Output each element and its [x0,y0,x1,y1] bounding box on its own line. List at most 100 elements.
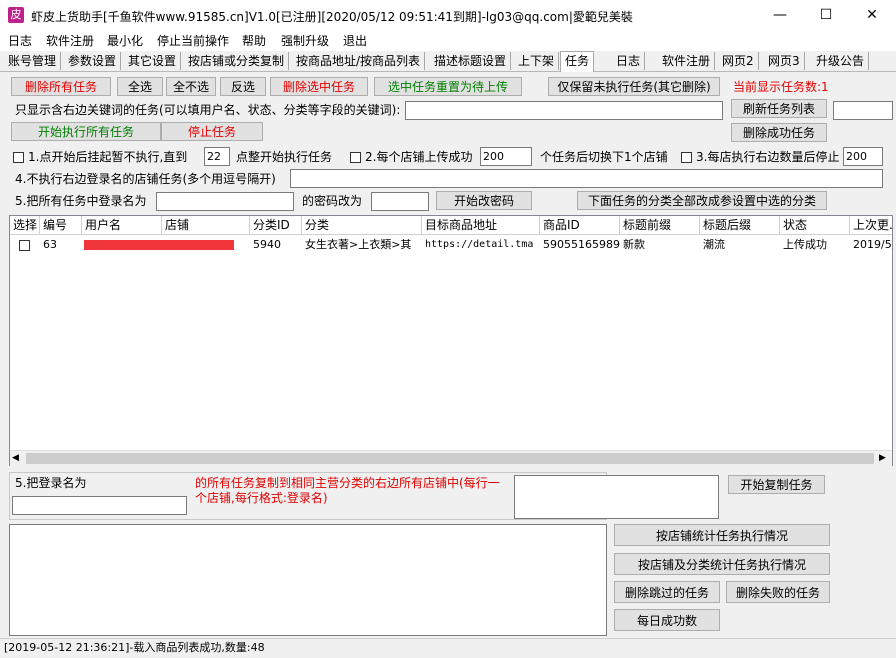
tab-title-settings[interactable]: 描述标题设置 [430,52,512,70]
log-textarea[interactable] [9,524,607,636]
option3-count-input[interactable]: 200 [843,147,883,166]
tab-log[interactable]: 日志 [612,52,646,70]
change-category-button[interactable]: 下面任务的分类全部改成参设置中选的分类 [577,191,827,210]
menu-force-upgrade[interactable]: 强制升级 [276,31,334,51]
delete-skipped-button[interactable]: 删除跳过的任务 [614,581,720,603]
grid-horizontal-scrollbar[interactable]: ◀ ▶ [10,450,892,466]
tab-accounts[interactable]: 账号管理 [4,52,62,70]
col-username[interactable]: 用户名 [82,216,162,235]
select-none-button[interactable]: 全不选 [166,77,216,96]
change-password-button[interactable]: 开始改密码 [436,191,532,210]
option1-hour-input[interactable]: 22 [204,147,230,166]
row-category: 女生衣著>上衣類>其 [305,238,412,251]
menu-bar: 日志 软件注册 最小化 停止当前操作 帮助 强制升级 退出 [0,31,896,51]
close-button[interactable]: ✕ [849,0,895,31]
row-id: 63 [43,238,57,251]
option2-checkbox[interactable] [350,152,361,163]
copy-login-input[interactable] [12,496,187,515]
tab-web2[interactable]: 网页2 [718,52,759,70]
stats-by-shop-button[interactable]: 按店铺统计任务执行情况 [614,524,830,546]
col-title-prefix[interactable]: 标题前缀 [620,216,700,235]
filter-input[interactable] [405,101,723,120]
reset-selected-button[interactable]: 选中任务重置为待上传 [374,77,522,96]
row-title-suffix: 潮流 [703,238,725,251]
tab-params[interactable]: 参数设置 [64,52,122,70]
copy-description: 的所有任务复制到相同主营分类的右边所有店铺中(每行一个店铺,每行格式:登录名) [195,476,500,505]
delete-selected-button[interactable]: 删除选中任务 [270,77,368,96]
row-status: 上传成功 [783,238,827,251]
invert-selection-button[interactable]: 反选 [220,77,266,96]
status-bar: [2019-05-12 21:36:21]-载入商品列表成功,数量:48 [0,638,896,658]
col-shop[interactable]: 店铺 [162,216,250,235]
option3-label: 3.每店执行右边数量后停止 [696,150,840,164]
delete-all-tasks-button[interactable]: 删除所有任务 [11,77,111,96]
tab-web3[interactable]: 网页3 [764,52,805,70]
keep-unexecuted-button[interactable]: 仅保留未执行任务(其它删除) [548,77,720,96]
minimize-button[interactable]: — [757,0,803,31]
menu-log[interactable]: 日志 [3,31,37,51]
refresh-tasks-button[interactable]: 刷新任务列表 [731,99,827,118]
col-category[interactable]: 分类 [302,216,422,235]
tab-by-product-url[interactable]: 按商品地址/按商品列表 [292,52,426,70]
option2-suffix: 个任务后切换下1个店铺 [540,150,668,164]
start-all-tasks-button[interactable]: 开始执行所有任务 [11,122,161,141]
col-id[interactable]: 编号 [40,216,82,235]
row-select-checkbox[interactable] [19,240,30,251]
title-bar: 皮 虾皮上货助手[千鱼软件www.91585.cn]V1.0[已注册][2020… [0,0,896,32]
redacted-username-shop [84,240,234,250]
tab-software-register[interactable]: 软件注册 [658,52,716,70]
stop-task-button[interactable]: 停止任务 [161,122,263,141]
menu-exit[interactable]: 退出 [338,31,372,51]
start-copy-button[interactable]: 开始复制任务 [728,475,825,494]
col-last-update[interactable]: 上次更... [850,216,892,235]
option4-label: 4.不执行右边登录名的店铺任务(多个用逗号隔开) [15,172,276,186]
col-product-id[interactable]: 商品ID [540,216,620,235]
app-icon: 皮 [8,7,24,23]
option5-login-input[interactable] [156,192,294,211]
daily-success-button[interactable]: 每日成功数 [614,609,720,631]
option2-label: 2.每个店铺上传成功 [365,150,473,164]
delete-failed-button[interactable]: 删除失败的任务 [726,581,830,603]
option1-suffix: 点整开始执行任务 [236,150,333,164]
menu-minimize[interactable]: 最小化 [102,31,148,51]
row-product-id: 590551659892 [543,238,620,251]
select-all-button[interactable]: 全选 [117,77,163,96]
option2-count-input[interactable]: 200 [480,147,532,166]
row-target-url: https://detail.tma [425,239,534,250]
tab-other-settings[interactable]: 其它设置 [124,52,182,70]
copy-login-label: 5.把登录名为 [15,476,87,490]
copy-shops-textarea[interactable] [514,475,719,519]
window-title: 虾皮上货助手[千鱼软件www.91585.cn]V1.0[已注册][2020/0… [31,10,633,24]
maximize-button[interactable]: ☐ [803,0,849,31]
menu-stop-current[interactable]: 停止当前操作 [152,31,234,51]
option5-password-input[interactable] [371,192,429,211]
tab-upgrade-notice[interactable]: 升级公告 [812,52,870,70]
task-grid[interactable]: 选择 编号 用户名 店铺 分类ID 分类 目标商品地址 商品ID 标题前缀 标题… [9,215,893,466]
task-count-label: 当前显示任务数:1 [733,80,829,94]
tab-listing[interactable]: 上下架 [514,52,560,70]
tab-copy-by-shop[interactable]: 按店铺或分类复制 [184,52,290,70]
delete-success-tasks-button[interactable]: 删除成功任务 [731,123,827,142]
filter-extra-input[interactable] [833,101,893,120]
row-category-id: 5940 [253,238,281,251]
col-target-url[interactable]: 目标商品地址 [422,216,540,235]
status-text: [2019-05-12 21:36:21]-载入商品列表成功,数量:48 [4,641,265,654]
scroll-right-icon[interactable]: ▶ [879,451,886,466]
option5-mid-label: 的密码改为 [302,194,363,208]
col-select[interactable]: 选择 [10,216,40,235]
scroll-left-icon[interactable]: ◀ [12,451,19,466]
option1-checkbox[interactable] [13,152,24,163]
col-status[interactable]: 状态 [780,216,850,235]
col-title-suffix[interactable]: 标题后缀 [700,216,780,235]
tab-bar: 账号管理 参数设置 其它设置 按店铺或分类复制 按商品地址/按商品列表 描述标题… [0,51,896,72]
row-last-update: 2019/5/ [853,238,893,251]
scroll-thumb[interactable] [26,453,874,464]
stats-by-shop-category-button[interactable]: 按店铺及分类统计任务执行情况 [614,553,830,575]
col-category-id[interactable]: 分类ID [250,216,302,235]
option1-label: 1.点开始后挂起暂不执行,直到 [28,150,188,164]
option4-input[interactable] [290,169,883,188]
tab-tasks[interactable]: 任务 [560,51,595,72]
menu-help[interactable]: 帮助 [237,31,271,51]
menu-register[interactable]: 软件注册 [41,31,99,51]
option3-checkbox[interactable] [681,152,692,163]
